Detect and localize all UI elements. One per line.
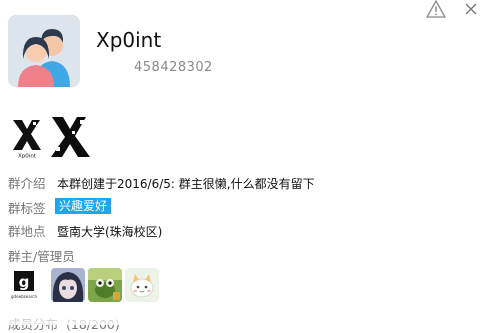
svg-text:Xp0int: Xp0int xyxy=(18,154,37,160)
svg-text:g: g xyxy=(19,273,30,291)
people-icon xyxy=(8,15,80,87)
intro-value: 本群创建于2016/6/5: 群主很懒,什么都没有留下 xyxy=(57,177,315,191)
close-icon[interactable] xyxy=(461,0,481,18)
group-avatar[interactable] xyxy=(8,15,80,87)
admin-avatar-frog[interactable] xyxy=(88,268,122,302)
interest-tag[interactable]: 兴趣爱好 xyxy=(55,198,112,214)
scroll-fade xyxy=(0,305,485,325)
svg-text:giteebsearch: giteebsearch xyxy=(11,294,37,299)
intro-label: 群介绍 xyxy=(8,176,46,191)
warning-icon[interactable] xyxy=(426,0,446,18)
admins-label: 群主/管理员 xyxy=(8,249,75,264)
location-value: 暨南大学(珠海校区) xyxy=(57,225,163,239)
group-number: 458428302 xyxy=(134,60,213,75)
location-label: 群地点 xyxy=(8,224,46,239)
admin-avatar-gitbook[interactable]: g giteebsearch xyxy=(8,268,42,302)
tags-label: 群标签 xyxy=(8,201,46,216)
xp0int-pixel-logo xyxy=(50,117,92,159)
group-name: Xp0int xyxy=(96,28,162,52)
admin-avatar-anime[interactable] xyxy=(51,268,85,302)
admin-avatar-cat[interactable] xyxy=(125,268,159,302)
xp0int-small-logo: Xp0int xyxy=(10,117,44,160)
